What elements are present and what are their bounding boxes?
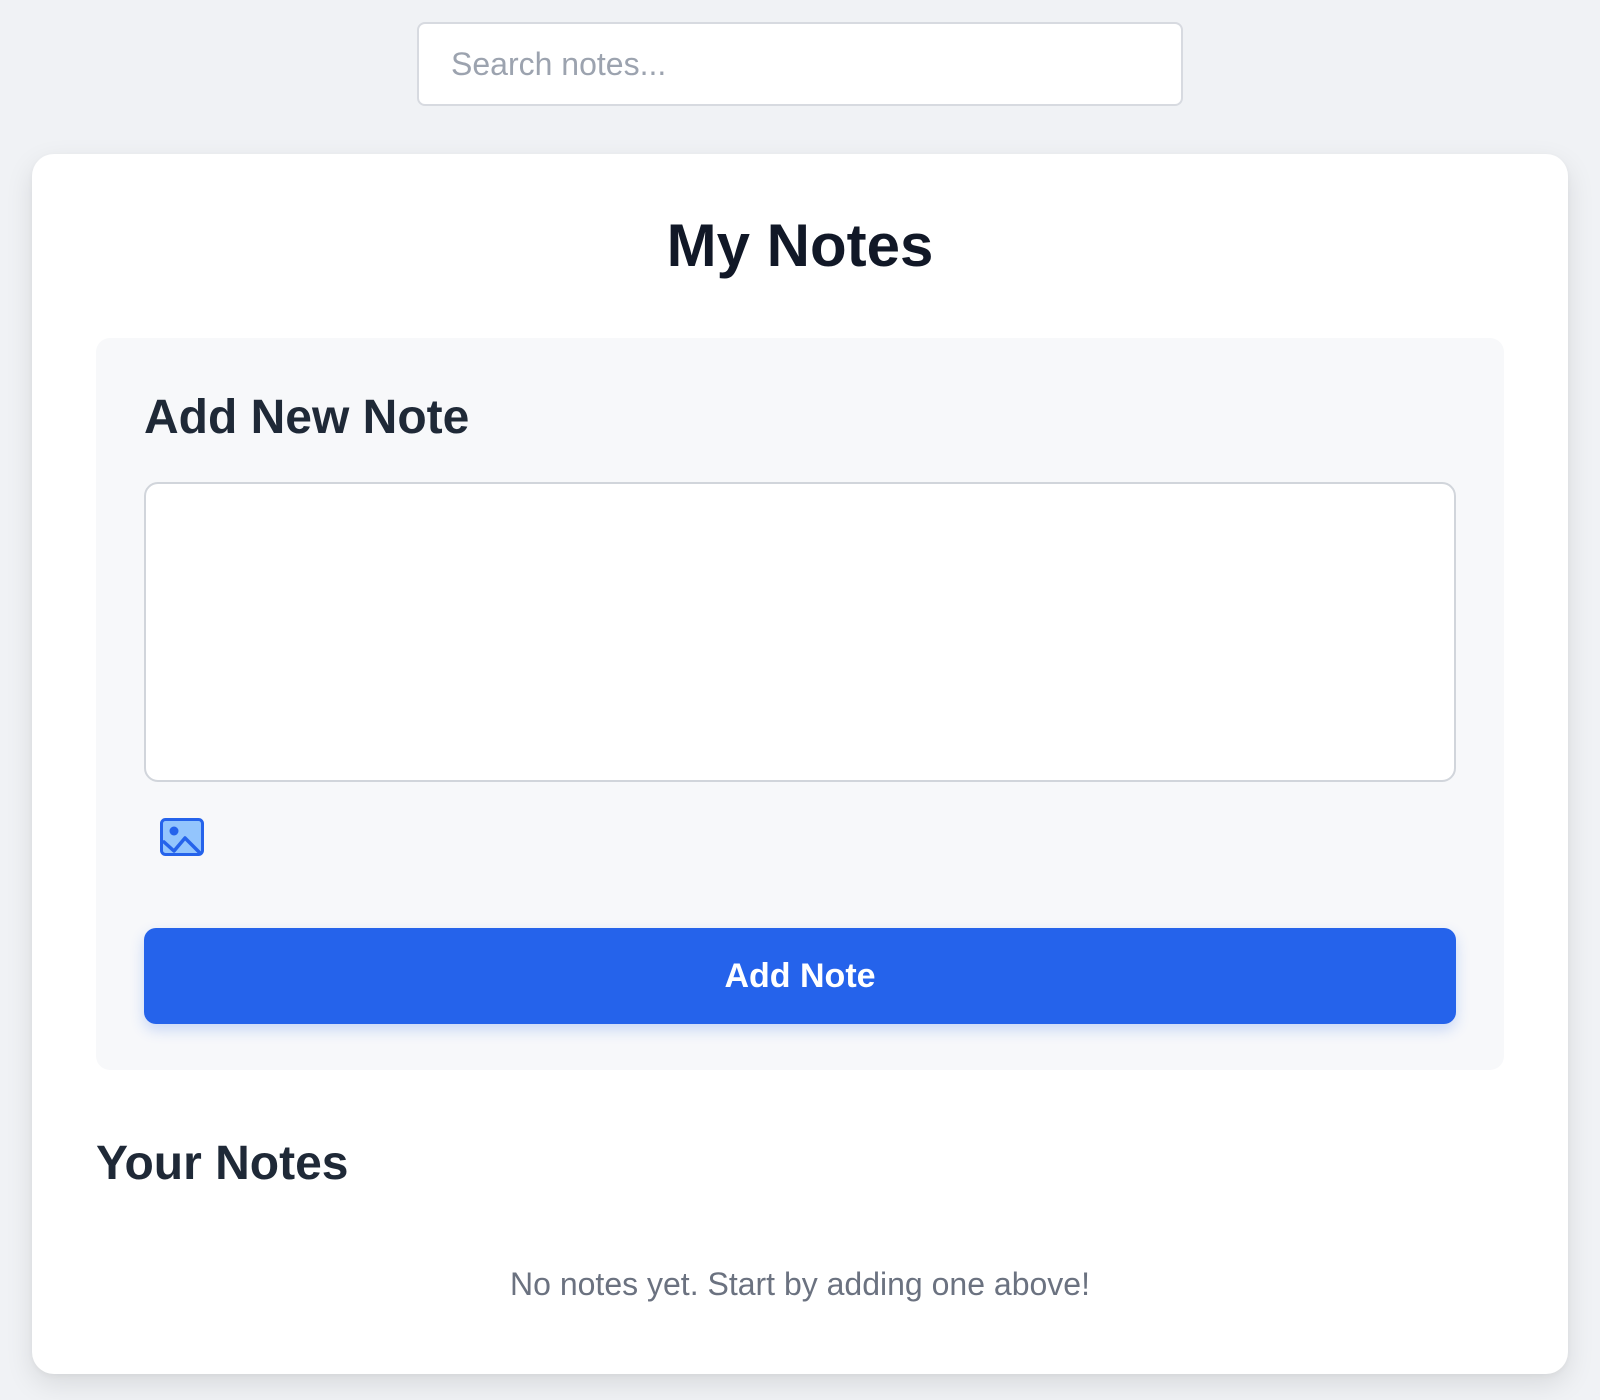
note-textarea[interactable] — [144, 482, 1456, 782]
empty-notes-message: No notes yet. Start by adding one above! — [510, 1266, 1090, 1302]
add-note-title: Add New Note — [144, 391, 470, 444]
your-notes-title: Your Notes — [96, 1137, 349, 1190]
search-bar — [417, 22, 1183, 106]
search-input[interactable] — [419, 24, 1181, 104]
notes-card: My Notes Add New Note Add Note Your Note… — [32, 154, 1568, 1374]
image-upload-button[interactable] — [160, 818, 204, 856]
image-icon — [160, 818, 204, 856]
add-note-panel: Add New Note Add Note — [96, 338, 1504, 1070]
add-note-button[interactable]: Add Note — [144, 928, 1456, 1024]
page-title: My Notes — [666, 212, 934, 279]
